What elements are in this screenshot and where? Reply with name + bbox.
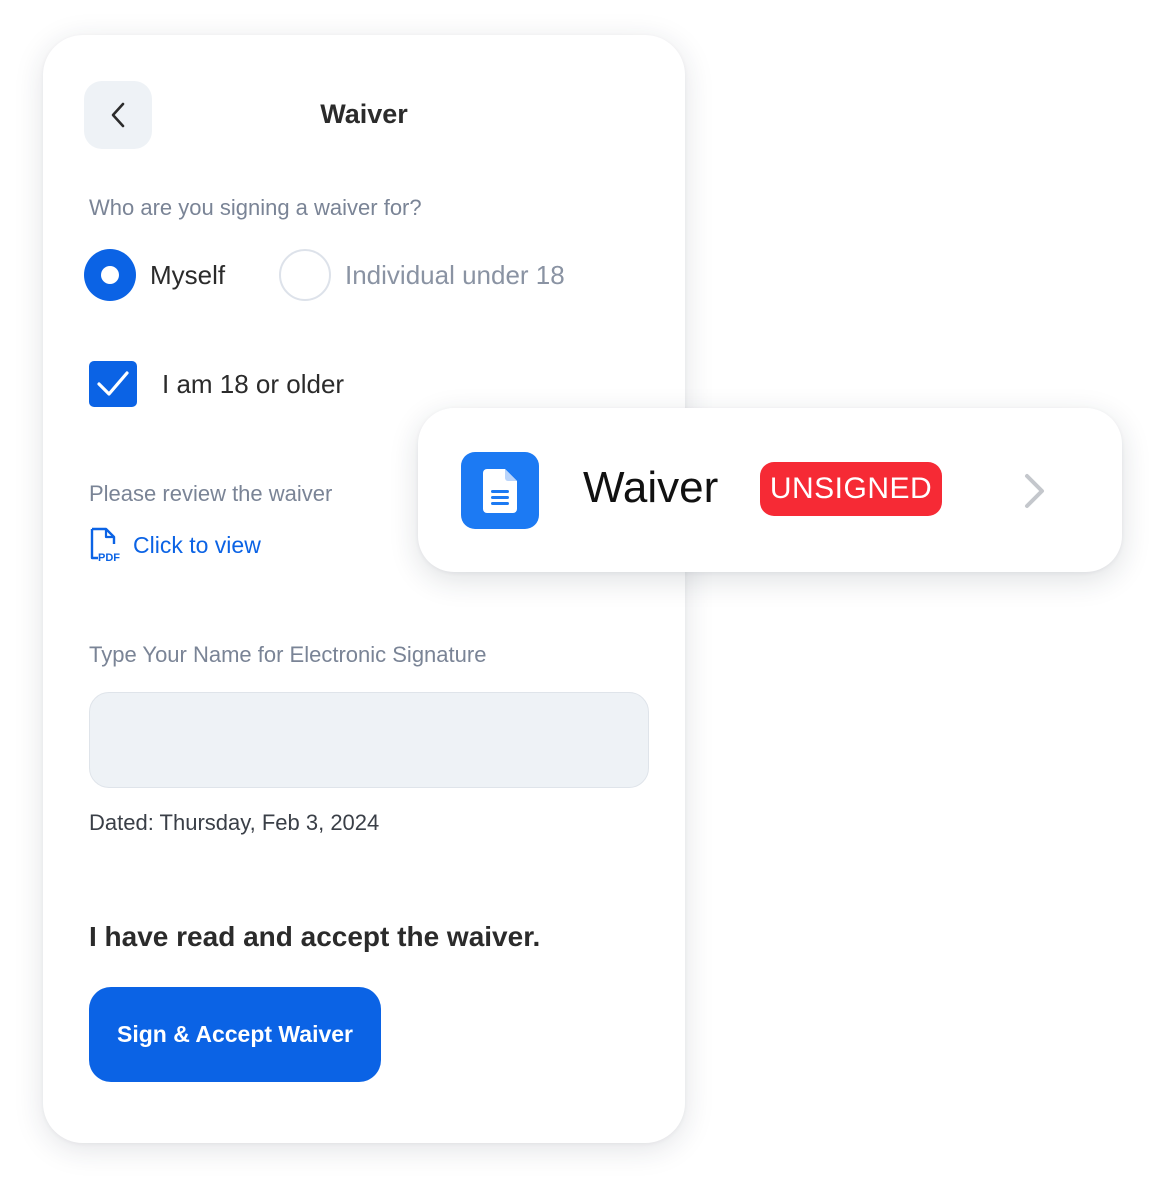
document-icon [483,468,517,513]
radio-label-individual-under-18: Individual under 18 [345,260,565,290]
age-checkbox[interactable] [89,361,137,407]
document-icon-tile [461,452,539,529]
chevron-right-icon [1025,474,1044,508]
sign-accept-button[interactable]: Sign & Accept Waiver [89,987,381,1082]
age-confirm-label: I am 18 or older [162,369,345,399]
signature-name-input[interactable] [89,692,649,788]
radio-label-myself: Myself [150,260,226,290]
signer-question: Who are you signing a waiver for? [89,195,422,220]
stage: Waiver Who are you signing a waiver for?… [0,0,1166,1196]
radio-button-unchecked[interactable] [279,249,331,301]
waiver-status-card[interactable]: Waiver UNSIGNED [418,408,1122,572]
radio-button-checked[interactable] [84,249,136,301]
waiver-form-card: Waiver Who are you signing a waiver for?… [43,35,685,1143]
radio-option-myself[interactable]: Myself [84,249,225,301]
unsigned-status-badge: UNSIGNED [760,462,942,516]
waiver-card-title: Waiver [583,463,719,512]
dated-text: Dated: Thursday, Feb 3, 2024 [89,810,380,835]
view-waiver-link[interactable]: PDF Click to view [89,527,261,563]
accept-statement: I have read and accept the waiver. [89,921,541,952]
age-confirm-row[interactable]: I am 18 or older [89,361,344,407]
pdf-icon-text: PDF [98,552,120,563]
checkmark-icon [97,371,129,396]
page-title: Waiver [320,99,408,129]
review-label: Please review the waiver [89,481,333,506]
radio-option-individual-under-18[interactable]: Individual under 18 [279,249,565,301]
view-waiver-link-label: Click to view [133,532,261,558]
pdf-file-icon: PDF [90,527,120,563]
signature-label: Type Your Name for Electronic Signature [89,642,487,667]
